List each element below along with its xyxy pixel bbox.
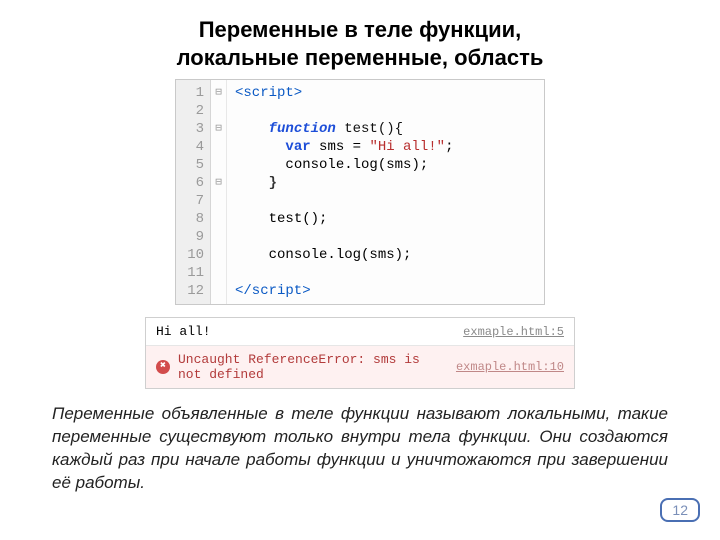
fold-marker	[211, 102, 226, 120]
code-line-5: console.log(sms);	[235, 156, 536, 174]
code-content: <script> function test(){ var sms = "Hi …	[227, 80, 544, 304]
console-row-log: Hi all! exmaple.html:5	[146, 318, 574, 346]
code-line-7	[235, 192, 536, 210]
console-error-message: Uncaught ReferenceError: sms is not defi…	[178, 352, 448, 382]
title-line-2: локальные переменные, область	[40, 44, 680, 72]
line-number: 2	[184, 102, 204, 120]
line-number: 7	[184, 192, 204, 210]
fold-marker: ⊟	[211, 84, 226, 102]
code-line-3: function test(){	[235, 120, 536, 138]
script-open-tag: <script>	[235, 85, 302, 101]
fold-marker: ⊟	[211, 174, 226, 192]
keyword-function: function	[269, 121, 336, 137]
console-log-call: console.log(sms);	[285, 157, 428, 173]
line-number: 10	[184, 246, 204, 264]
fold-marker	[211, 228, 226, 246]
fold-marker: ⊟	[211, 120, 226, 138]
console-row-error: ✖ Uncaught ReferenceError: sms is not de…	[146, 346, 574, 388]
line-number: 6	[184, 174, 204, 192]
fold-gutter: ⊟ ⊟ ⊟	[211, 80, 227, 304]
var-assign: sms =	[311, 139, 370, 155]
console-log-call: console.log(sms);	[269, 247, 412, 263]
fold-marker	[211, 246, 226, 264]
code-line-9	[235, 228, 536, 246]
code-line-10: console.log(sms);	[235, 246, 536, 264]
console-output: Hi all! exmaple.html:5 ✖ Uncaught Refere…	[145, 317, 575, 389]
code-line-1: <script>	[235, 84, 536, 102]
keyword-var: var	[285, 139, 310, 155]
fold-marker	[211, 138, 226, 156]
script-close-tag: </script>	[235, 283, 311, 299]
line-number: 5	[184, 156, 204, 174]
line-number: 8	[184, 210, 204, 228]
error-icon: ✖	[156, 360, 170, 374]
fold-marker	[211, 156, 226, 174]
line-number: 4	[184, 138, 204, 156]
code-line-12: </script>	[235, 282, 536, 300]
string-literal: "Hi all!"	[369, 139, 445, 155]
line-number: 11	[184, 264, 204, 282]
page-number-badge: 12	[660, 498, 700, 522]
console-message: Hi all!	[156, 324, 455, 339]
line-number: 9	[184, 228, 204, 246]
line-number: 12	[184, 282, 204, 300]
line-number: 1	[184, 84, 204, 102]
semicolon: ;	[445, 139, 453, 155]
code-line-2	[235, 102, 536, 120]
code-line-6: }	[235, 174, 536, 192]
code-line-8: test();	[235, 210, 536, 228]
line-number: 3	[184, 120, 204, 138]
fold-marker	[211, 264, 226, 282]
code-block: 1 2 3 4 5 6 7 8 9 10 11 12 ⊟ ⊟ ⊟ <script…	[175, 79, 545, 305]
slide-title: Переменные в теле функции, локальные пер…	[0, 0, 720, 79]
fold-marker	[211, 282, 226, 300]
function-call: test();	[269, 211, 328, 227]
console-source: exmaple.html:5	[463, 325, 564, 339]
title-line-1: Переменные в теле функции,	[40, 16, 680, 44]
code-line-4: var sms = "Hi all!";	[235, 138, 536, 156]
function-signature: test(){	[336, 121, 403, 137]
fold-marker	[211, 210, 226, 228]
description-paragraph: Переменные объявленные в теле функции на…	[0, 403, 720, 495]
close-brace: }	[269, 175, 277, 191]
code-line-11	[235, 264, 536, 282]
line-number-gutter: 1 2 3 4 5 6 7 8 9 10 11 12	[176, 80, 211, 304]
console-source: exmaple.html:10	[456, 360, 564, 374]
fold-marker	[211, 192, 226, 210]
